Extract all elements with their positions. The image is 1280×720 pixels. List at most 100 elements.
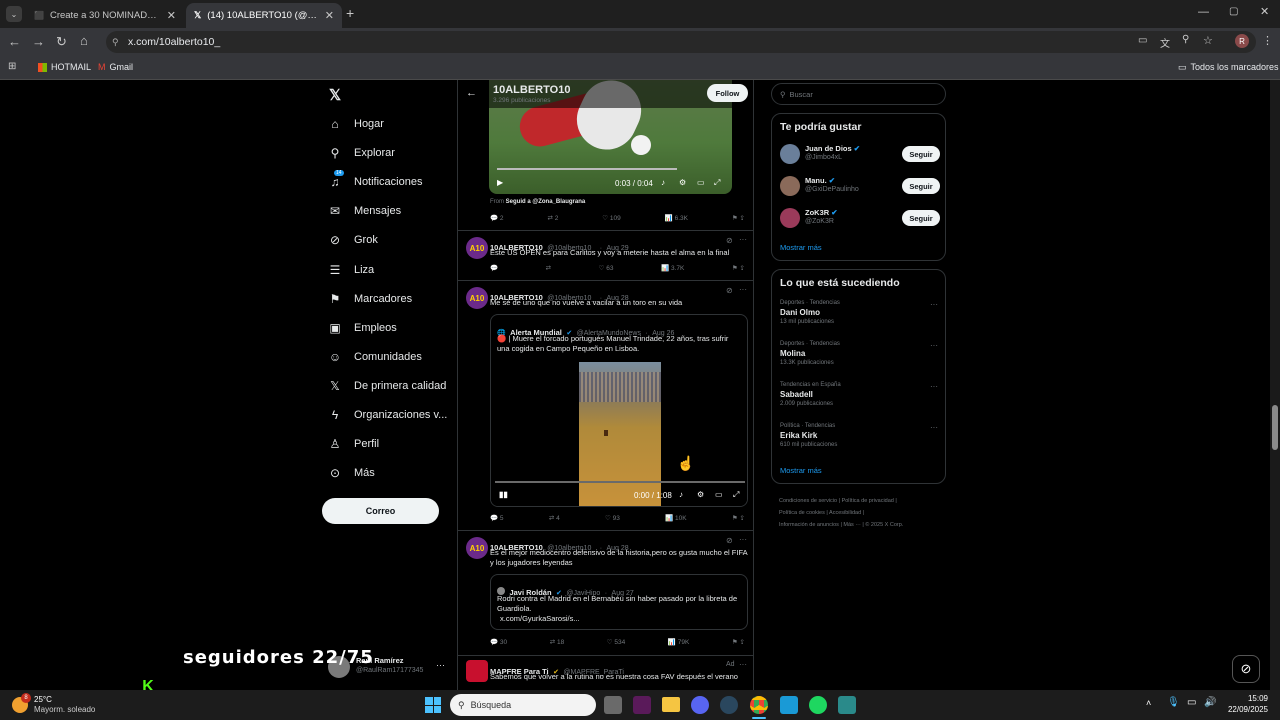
bookmark-hotmail[interactable]: HOTMAIL: [38, 62, 91, 72]
bookmark-icon[interactable]: ⚑ ⇪: [732, 514, 745, 522]
app-icon[interactable]: [633, 696, 651, 714]
reload-icon[interactable]: ↻: [56, 34, 67, 50]
volume-icon[interactable]: 🔊: [1204, 697, 1216, 708]
like-button[interactable]: ♡ 93: [605, 514, 620, 522]
nav-lists[interactable]: ☰ Liza: [328, 263, 375, 277]
show-more-link[interactable]: Mostrar más: [780, 243, 822, 252]
more-icon[interactable]: ···: [739, 535, 747, 544]
follow-button[interactable]: Follow: [707, 84, 748, 102]
trend-item[interactable]: Tendencias en España Sabadell 2.009 publ…: [780, 382, 940, 407]
scrollbar-thumb[interactable]: [1272, 405, 1278, 450]
tweet-ad[interactable]: MAPFRE Para Ti ✔ @MAPFRE_ParaTi Ad ··· S…: [458, 656, 753, 690]
more-icon[interactable]: ···: [739, 285, 747, 294]
views-button[interactable]: 📊 3.7K: [661, 264, 684, 272]
repost-button[interactable]: ⇄ 4: [549, 514, 560, 522]
reply-button[interactable]: 💬 5: [490, 514, 504, 522]
quote-tweet[interactable]: 🌐 Alerta Mundial ✔ @AlertaMundoNews · Au…: [490, 314, 748, 507]
back-icon[interactable]: ←: [466, 87, 477, 99]
repost-button[interactable]: ⇄ 2: [547, 214, 558, 222]
star-icon[interactable]: ☆: [1203, 34, 1213, 47]
bookmark-icon[interactable]: ⚑ ⇪: [732, 638, 745, 646]
video-progress[interactable]: [495, 481, 745, 483]
window-close-button[interactable]: ✕: [1260, 5, 1269, 18]
avatar[interactable]: [466, 660, 488, 682]
more-icon[interactable]: ···: [739, 660, 747, 669]
fullscreen-icon[interactable]: ⤢: [733, 490, 739, 500]
nav-bookmarks[interactable]: ⚑ Marcadores: [328, 292, 412, 306]
bookmark-icon[interactable]: ⚑ ⇪: [732, 264, 745, 272]
grok-icon[interactable]: ⊘: [726, 236, 733, 245]
spotify-icon[interactable]: [809, 696, 827, 714]
site-info-icon[interactable]: ⚲: [112, 37, 119, 48]
views-button[interactable]: 📊 6.3K: [665, 214, 688, 222]
translate-icon[interactable]: 文: [1160, 35, 1170, 50]
bookmark-gmail[interactable]: M Gmail: [98, 62, 133, 72]
video-progress[interactable]: [497, 168, 677, 170]
clock[interactable]: 15:09 22/09/2025: [1222, 693, 1268, 715]
tweet[interactable]: A10 10ALBERTO10 @10alberto10_ · Aug 28 ⊘…: [458, 281, 753, 531]
grok-button[interactable]: ⊘: [1232, 655, 1260, 683]
views-button[interactable]: 📊 79K: [668, 638, 689, 646]
nav-explore[interactable]: ⚲ Explorar: [328, 146, 395, 160]
footer-line[interactable]: Política de cookies | Accesibilidad |: [779, 507, 949, 519]
weather-widget[interactable]: 8 25°C Mayorm. soleado: [12, 693, 122, 716]
mic-icon[interactable]: 🎙: [1167, 697, 1180, 708]
pip-icon[interactable]: ▭: [715, 490, 723, 499]
discord-icon[interactable]: [691, 696, 709, 714]
new-tab-button[interactable]: +: [346, 5, 354, 21]
close-icon[interactable]: ✕: [167, 9, 176, 22]
all-bookmarks[interactable]: ▭ Todos los marcadores: [1178, 62, 1279, 73]
pip-icon[interactable]: ▭: [697, 178, 705, 187]
profile-avatar[interactable]: R: [1235, 34, 1249, 48]
show-more-link[interactable]: Mostrar más: [780, 466, 822, 475]
nav-organizations[interactable]: ϟ Organizaciones v...: [328, 408, 448, 422]
reply-button[interactable]: 💬 2: [490, 214, 504, 222]
start-button[interactable]: [425, 697, 441, 713]
views-button[interactable]: 📊 10K: [665, 514, 686, 522]
settings-icon[interactable]: ⚙: [679, 178, 686, 187]
install-icon[interactable]: ▭: [1138, 35, 1147, 46]
task-view-icon[interactable]: [604, 696, 622, 714]
footer-line[interactable]: Información de anuncios | Más ··· | © 20…: [779, 519, 949, 531]
trend-item[interactable]: Deportes · Tendencias Molina 13.3K publi…: [780, 341, 940, 366]
more-icon[interactable]: ···: [930, 341, 938, 350]
more-icon[interactable]: ···: [930, 300, 938, 309]
play-icon[interactable]: ▶: [497, 178, 503, 187]
more-icon[interactable]: ···: [930, 382, 938, 391]
more-icon[interactable]: ···: [930, 423, 938, 432]
settings-icon[interactable]: ⚙: [697, 490, 704, 499]
search-box[interactable]: ⚲ Buscar: [771, 83, 946, 105]
video-player[interactable]: ☝ ▮▮ 0:00 / 1:08 ♪ ⚙ ▭ ⤢: [491, 362, 747, 506]
follow-button[interactable]: Seguir: [902, 210, 940, 226]
app-icon[interactable]: [838, 696, 856, 714]
nav-grok[interactable]: ⊘ Grok: [328, 233, 378, 247]
quote-link[interactable]: x.com/GyurkaSarosi/s...: [500, 614, 580, 624]
back-icon[interactable]: ←: [8, 34, 21, 49]
avatar[interactable]: A10: [466, 287, 488, 309]
close-icon[interactable]: ✕: [325, 9, 334, 22]
menu-icon[interactable]: ⋮: [1262, 34, 1273, 47]
like-button[interactable]: ♡ 109: [602, 214, 621, 222]
reply-button[interactable]: 💬: [490, 264, 498, 272]
scrollbar[interactable]: [1270, 80, 1280, 690]
reply-button[interactable]: 💬 30: [490, 638, 507, 646]
nav-premium[interactable]: 𝕏 De primera calidad: [328, 379, 446, 393]
grok-icon[interactable]: ⊘: [726, 536, 733, 545]
tweet[interactable]: A10 10ALBERTO10 @10alberto10_ · Aug 28 ⊘…: [458, 531, 753, 656]
nav-home[interactable]: ⌂ Hogar: [328, 117, 384, 131]
tab-0[interactable]: ⬛ Create a 30 NOMINADOS BALÓ ✕: [26, 3, 184, 28]
steam-icon[interactable]: [720, 696, 738, 714]
zoom-icon[interactable]: ⚲: [1182, 34, 1189, 45]
tweet[interactable]: A10 10ALBERTO10 @10alberto10_ · Aug 29 ⊘…: [458, 231, 753, 281]
nav-jobs[interactable]: ▣ Empleos: [328, 321, 396, 335]
chrome-icon[interactable]: [750, 696, 768, 714]
trend-item[interactable]: Política · Tendencias Erika Kirk 610 mil…: [780, 423, 940, 448]
quote-tweet[interactable]: Javi Roldán ✔ @JaviHipo · Aug 27 Rodri c…: [490, 574, 748, 630]
forward-icon[interactable]: →: [32, 34, 45, 49]
nav-profile[interactable]: ♙ Perfil: [328, 437, 379, 451]
nav-messages[interactable]: ✉ Mensajes: [328, 204, 401, 218]
maximize-button[interactable]: ▢: [1229, 6, 1238, 17]
nav-notifications[interactable]: ♫ 14 Notificaciones: [328, 170, 422, 189]
suggestion[interactable]: Juan de Dios ✔ @Jimbo4xL Seguir: [780, 142, 940, 168]
volume-icon[interactable]: ♪: [661, 178, 665, 187]
